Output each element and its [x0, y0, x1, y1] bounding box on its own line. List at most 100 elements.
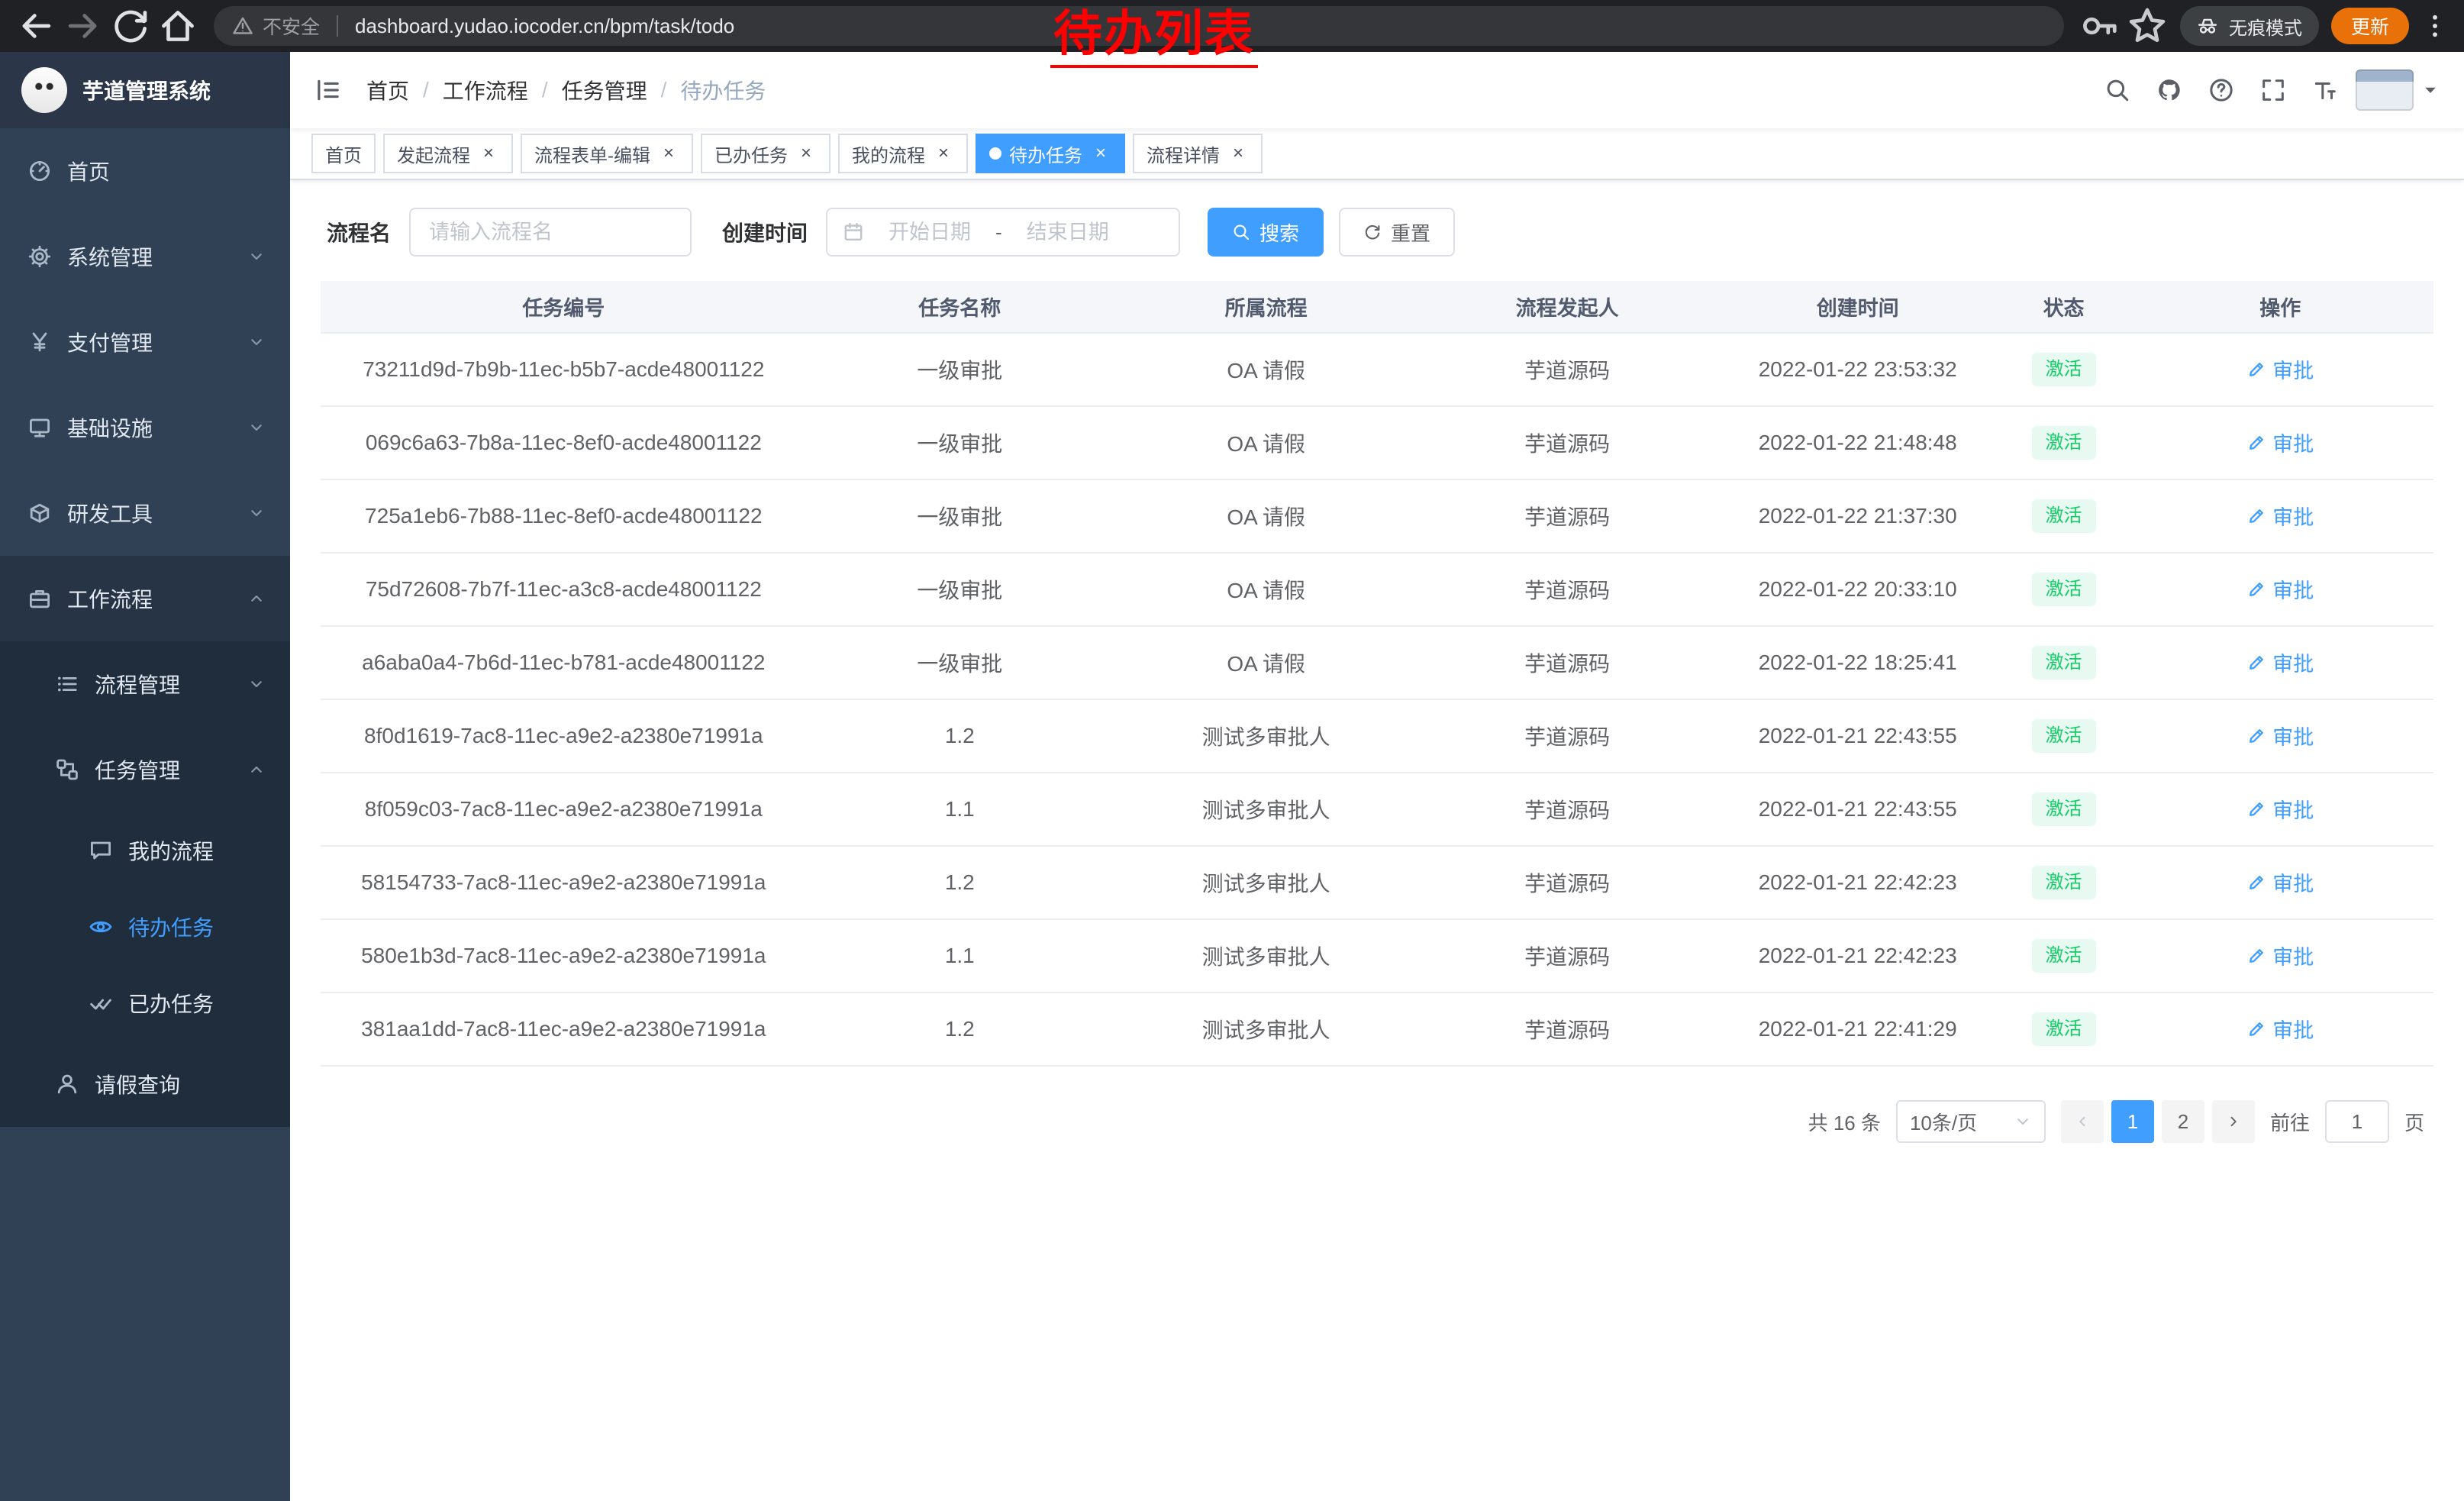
forward-icon[interactable]: [63, 5, 104, 47]
approve-link[interactable]: 审批: [2246, 428, 2314, 457]
update-button[interactable]: 更新: [2331, 8, 2409, 44]
sidebar-item-9[interactable]: 待办任务: [0, 889, 290, 965]
avatar-menu[interactable]: [2356, 69, 2440, 111]
search-button[interactable]: 搜索: [1208, 208, 1324, 257]
prev-page-button[interactable]: [2061, 1100, 2104, 1143]
browser-action-icons: [2079, 5, 2168, 47]
approve-link[interactable]: 审批: [2246, 354, 2314, 384]
table-cell: 73211d9d-7b9b-11ec-b5b7-acde48001122: [321, 333, 807, 406]
sidebar-item-label: 工作流程: [67, 583, 241, 614]
pen-icon: [2246, 1019, 2266, 1039]
hamburger-icon[interactable]: [314, 76, 342, 104]
close-icon[interactable]: ×: [478, 143, 499, 164]
tab-0[interactable]: 首页: [311, 134, 376, 173]
table-cell-status: 激活: [2001, 699, 2127, 773]
close-icon[interactable]: ×: [795, 143, 817, 164]
sidebar-item-6[interactable]: 流程管理: [0, 641, 290, 727]
approve-link[interactable]: 审批: [2246, 941, 2314, 970]
address-bar[interactable]: 不安全 dashboard.yudao.iocoder.cn/bpm/task/…: [214, 6, 2064, 46]
table-cell: OA 请假: [1113, 333, 1419, 406]
sidebar-item-8[interactable]: 我的流程: [0, 812, 290, 889]
tab-4[interactable]: 我的流程 ×: [838, 134, 968, 173]
table-cell-action: 审批: [2127, 553, 2433, 626]
tab-label: 待办任务: [1009, 140, 1082, 167]
start-date-input[interactable]: [873, 221, 986, 244]
sidebar-item-0[interactable]: 首页: [0, 128, 290, 214]
tab-3[interactable]: 已办任务 ×: [701, 134, 830, 173]
process-name-input[interactable]: [409, 208, 692, 257]
tab-label: 流程表单-编辑: [534, 140, 650, 167]
tab-2[interactable]: 流程表单-编辑 ×: [521, 134, 693, 173]
approve-link[interactable]: 审批: [2246, 501, 2314, 531]
close-icon[interactable]: ×: [933, 143, 954, 164]
sidebar-item-label: 首页: [67, 156, 272, 186]
key-icon[interactable]: [2079, 5, 2121, 47]
sidebar-item-3[interactable]: 基础设施: [0, 385, 290, 470]
home-icon[interactable]: [157, 5, 198, 47]
approve-label: 审批: [2272, 501, 2314, 531]
sidebar-item-label: 已办任务: [128, 988, 272, 1018]
table-cell: 测试多审批人: [1113, 993, 1419, 1066]
search-icon[interactable]: [2096, 69, 2139, 111]
approve-link[interactable]: 审批: [2246, 721, 2314, 750]
table-cell: 一级审批: [807, 479, 1113, 553]
page-size-select[interactable]: 10条/页: [1896, 1100, 2046, 1143]
refresh-icon[interactable]: [110, 5, 151, 47]
table-cell: 一级审批: [807, 553, 1113, 626]
approve-link[interactable]: 审批: [2246, 574, 2314, 604]
approve-link[interactable]: 审批: [2246, 647, 2314, 677]
close-icon[interactable]: ×: [658, 143, 679, 164]
github-icon[interactable]: [2148, 69, 2191, 111]
sidebar-item-4[interactable]: 研发工具: [0, 470, 290, 556]
goto-page-input[interactable]: [2325, 1100, 2389, 1143]
security-label[interactable]: 不安全: [263, 12, 320, 40]
page-button-1[interactable]: 1: [2111, 1100, 2154, 1143]
pen-icon: [2246, 799, 2266, 819]
table-cell: 芋道源码: [1419, 699, 1715, 773]
close-icon[interactable]: ×: [1090, 143, 1111, 164]
table-row: 725a1eb6-7b88-11ec-8ef0-acde48001122一级审批…: [321, 479, 2433, 553]
sidebar-item-11[interactable]: 请假查询: [0, 1041, 290, 1127]
page-button-2[interactable]: 2: [2162, 1100, 2204, 1143]
approve-link[interactable]: 审批: [2246, 794, 2314, 824]
breadcrumb-item-1[interactable]: 工作流程: [443, 75, 528, 105]
back-icon[interactable]: [15, 5, 56, 47]
breadcrumb-item-0[interactable]: 首页: [366, 75, 409, 105]
url-text[interactable]: dashboard.yudao.iocoder.cn/bpm/task/todo: [355, 15, 734, 38]
column-header: 流程发起人: [1419, 281, 1715, 333]
reset-button[interactable]: 重置: [1339, 208, 1455, 257]
tab-1[interactable]: 发起流程×: [383, 134, 513, 173]
help-icon[interactable]: [2200, 69, 2243, 111]
browser-menu-icon[interactable]: [2421, 12, 2449, 40]
tab-label: 我的流程: [852, 140, 925, 167]
chevron-down-icon: [247, 247, 266, 266]
sidebar-item-10[interactable]: 已办任务: [0, 965, 290, 1041]
close-icon[interactable]: ×: [1227, 143, 1249, 164]
sidebar-item-5[interactable]: 工作流程: [0, 556, 290, 641]
sidebar-item-2[interactable]: 支付管理: [0, 299, 290, 385]
breadcrumb-item-2[interactable]: 任务管理: [562, 75, 647, 105]
table-cell: 8f059c03-7ac8-11ec-a9e2-a2380e71991a: [321, 773, 807, 846]
table-cell-status: 激活: [2001, 479, 2127, 553]
date-range-picker[interactable]: -: [826, 208, 1180, 257]
font-size-icon[interactable]: [2304, 69, 2346, 111]
fullscreen-icon[interactable]: [2252, 69, 2295, 111]
star-icon[interactable]: [2127, 5, 2168, 47]
table-cell: 2022-01-21 22:42:23: [1715, 846, 2001, 919]
next-page-button[interactable]: [2212, 1100, 2255, 1143]
approve-link[interactable]: 审批: [2246, 1014, 2314, 1044]
column-header: 创建时间: [1715, 281, 2001, 333]
tab-label: 已办任务: [714, 140, 788, 167]
tab-5[interactable]: 待办任务 ×: [976, 134, 1125, 173]
sidebar-item-1[interactable]: 系统管理: [0, 214, 290, 299]
tab-6[interactable]: 流程详情×: [1133, 134, 1263, 173]
end-date-input[interactable]: [1011, 221, 1124, 244]
gear-icon: [27, 244, 52, 269]
approve-link[interactable]: 审批: [2246, 867, 2314, 897]
table-cell: OA 请假: [1113, 626, 1419, 699]
tabs-bar: 首页发起流程×流程表单-编辑×已办任务×我的流程×待办任务×流程详情×: [290, 128, 2464, 180]
omnibox-divider: [337, 15, 338, 37]
table-cell: 芋道源码: [1419, 333, 1715, 406]
approve-label: 审批: [2272, 354, 2314, 384]
sidebar-item-7[interactable]: 任务管理: [0, 727, 290, 812]
